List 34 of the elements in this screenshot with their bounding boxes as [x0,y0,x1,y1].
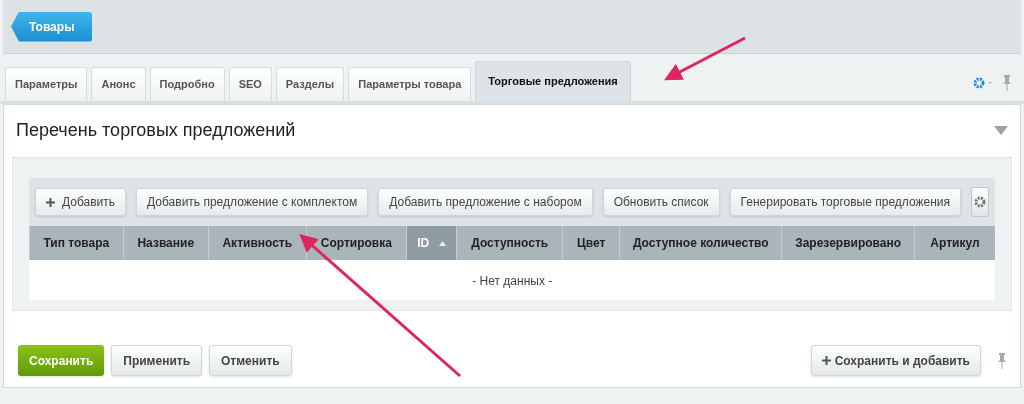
column-header[interactable]: Зарезервировано [781,226,915,260]
toolbar-button[interactable]: Добавить предложение с набором [378,188,593,216]
column-header[interactable]: Активность [208,226,307,260]
collapse-icon[interactable] [994,125,1008,135]
tab[interactable]: Параметры товара [348,67,472,101]
tab[interactable]: SEO [228,67,272,101]
settings-icon[interactable] [973,76,993,90]
tab[interactable]: Параметры [5,67,88,101]
save-and-add-button[interactable]: Сохранить и добавить [810,345,981,376]
pin-icon[interactable] [1003,75,1011,91]
tab[interactable]: Подробно [149,67,225,101]
toolbar-button[interactable]: Обновить список [602,188,720,216]
column-header[interactable]: Тип товара [29,226,124,260]
section-title: Перечень торговых предложений [16,118,297,142]
tab[interactable]: Торговые предложения [475,61,631,101]
footer-button[interactable]: Применить [111,345,203,376]
column-header[interactable]: Доступное количество [619,226,782,260]
tab[interactable]: Анонс [91,67,146,101]
plus-icon [821,356,831,365]
column-header[interactable]: Цвет [562,226,620,260]
column-header[interactable]: Артикул [914,226,995,260]
add-button[interactable]: Добавить [35,188,127,216]
settings-icon [974,196,986,208]
footer-button[interactable]: Отменить [209,345,292,376]
settings-button[interactable] [971,187,989,217]
sort-asc-icon [439,241,447,247]
toolbar-button[interactable]: Добавить предложение с комплектом [136,188,369,216]
column-header[interactable]: Доступность [456,226,563,260]
column-header[interactable]: Название [123,226,209,260]
empty-message: - Нет данных - [472,274,553,288]
pin-icon[interactable] [998,352,1006,369]
tab[interactable]: Разделы [275,67,345,101]
plus-icon [46,197,55,207]
toolbar-button[interactable]: Генерировать торговые предложения [729,188,961,216]
